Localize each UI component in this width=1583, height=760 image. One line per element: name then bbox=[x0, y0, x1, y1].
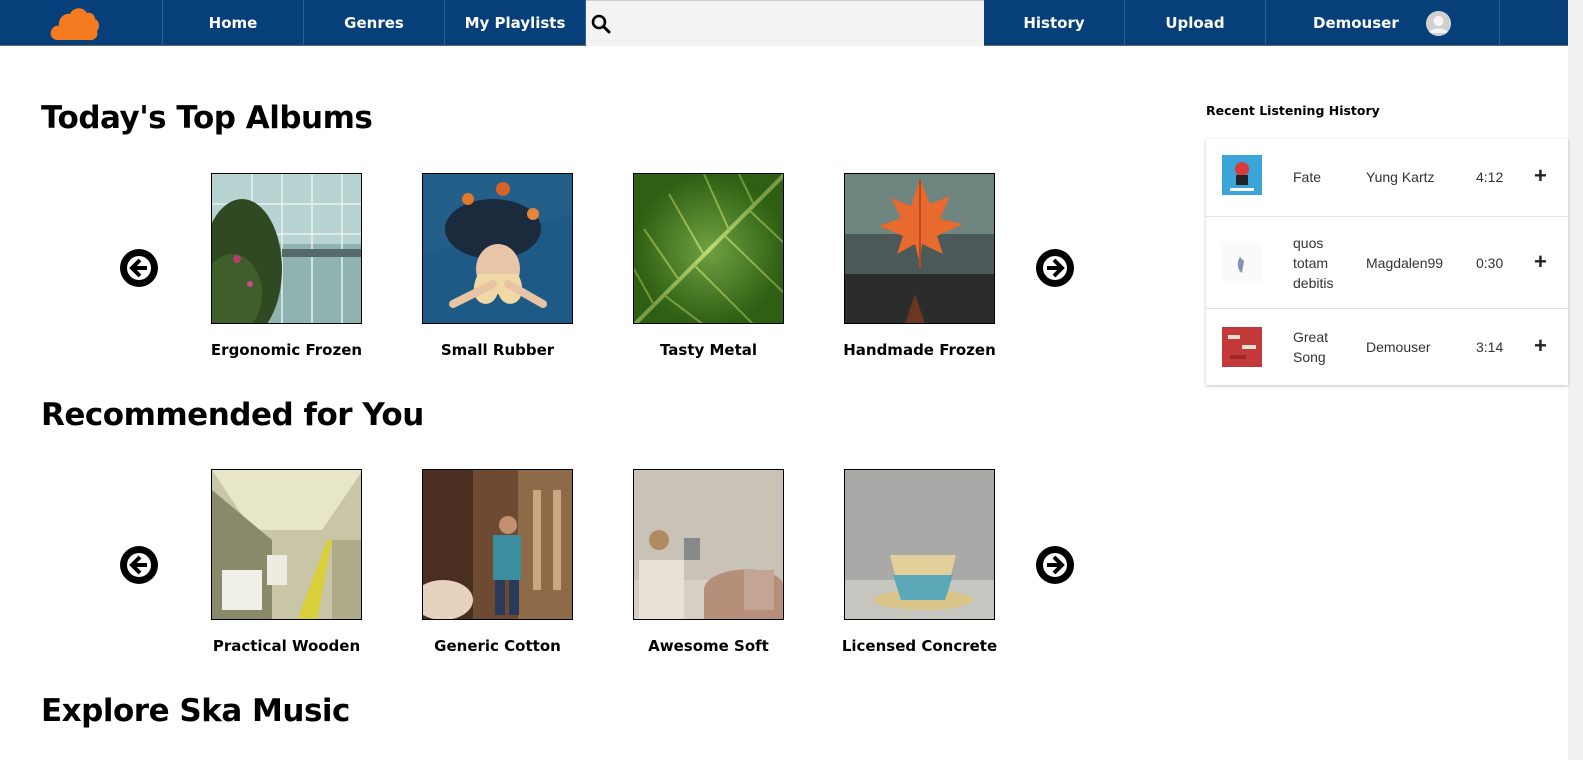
album-cover-image[interactable] bbox=[633, 469, 784, 620]
track-duration: 0:30 bbox=[1476, 255, 1504, 271]
arrow-left-icon bbox=[127, 256, 151, 280]
history-row[interactable]: Fate Yung Kartz 4:12 + bbox=[1206, 139, 1568, 217]
nav-home[interactable]: Home bbox=[163, 0, 304, 46]
album-title[interactable]: Generic Cotton bbox=[392, 637, 603, 655]
search-icon[interactable] bbox=[591, 14, 611, 34]
album-card[interactable]: Practical Wooden bbox=[211, 469, 362, 655]
nav-genres[interactable]: Genres bbox=[304, 0, 445, 46]
arrow-right-icon bbox=[1043, 553, 1067, 577]
carousel-next-button[interactable] bbox=[1036, 546, 1074, 584]
album-cover-image[interactable] bbox=[211, 173, 362, 324]
album-title[interactable]: Small Rubber bbox=[392, 341, 603, 359]
album-title[interactable]: Licensed Concrete bbox=[814, 637, 1025, 655]
album-cover-image[interactable] bbox=[844, 173, 995, 324]
scrollbar[interactable] bbox=[1568, 0, 1583, 760]
user-avatar-icon bbox=[1426, 11, 1451, 36]
album-title[interactable]: Tasty Metal bbox=[603, 341, 814, 359]
album-cover-image[interactable] bbox=[422, 469, 573, 620]
user-menu[interactable]: Demouser bbox=[1266, 0, 1500, 46]
album-card[interactable]: Ergonomic Frozen bbox=[211, 173, 362, 359]
add-to-playlist-button[interactable]: + bbox=[1534, 333, 1547, 359]
album-card[interactable]: Handmade Frozen bbox=[843, 173, 996, 359]
album-cover-image[interactable] bbox=[844, 469, 995, 620]
top-nav: Home Genres My Playlists History Upload … bbox=[0, 0, 1568, 46]
track-artist[interactable]: Yung Kartz bbox=[1366, 169, 1435, 185]
search-bar bbox=[586, 0, 984, 46]
track-thumbnail[interactable] bbox=[1222, 327, 1262, 367]
album-cover-image[interactable] bbox=[211, 469, 362, 620]
nav-my-playlists[interactable]: My Playlists bbox=[445, 0, 586, 46]
add-to-playlist-button[interactable]: + bbox=[1534, 249, 1547, 275]
arrow-left-icon bbox=[127, 553, 151, 577]
album-card[interactable]: Generic Cotton bbox=[422, 469, 573, 655]
carousel-next-button[interactable] bbox=[1036, 249, 1074, 287]
carousel-prev-button[interactable] bbox=[120, 546, 158, 584]
avatar[interactable] bbox=[1426, 11, 1451, 36]
track-duration: 3:14 bbox=[1476, 339, 1504, 355]
history-row[interactable]: quos totam debitis Magdalen99 0:30 + bbox=[1206, 217, 1568, 309]
album-cover-image[interactable] bbox=[422, 173, 573, 324]
username: Demouser bbox=[1313, 14, 1399, 32]
album-card[interactable]: Licensed Concrete bbox=[842, 469, 997, 655]
album-title[interactable]: Handmade Frozen bbox=[814, 341, 1025, 359]
add-to-playlist-button[interactable]: + bbox=[1534, 163, 1547, 189]
history-row[interactable]: Great Song Demouser 3:14 + bbox=[1206, 309, 1568, 385]
cloud-logo-icon bbox=[50, 8, 100, 41]
section-title-explore-ska: Explore Ska Music bbox=[41, 693, 350, 729]
arrow-right-icon bbox=[1043, 256, 1067, 280]
album-title[interactable]: Awesome Soft bbox=[603, 637, 814, 655]
album-cover-image[interactable] bbox=[633, 173, 784, 324]
section-title-recommended: Recommended for You bbox=[41, 397, 424, 433]
track-artist[interactable]: Demouser bbox=[1366, 339, 1431, 355]
logo[interactable] bbox=[0, 0, 163, 46]
album-title[interactable]: Practical Wooden bbox=[181, 637, 392, 655]
nav-upload[interactable]: Upload bbox=[1125, 0, 1266, 46]
track-title[interactable]: Great Song bbox=[1293, 327, 1353, 367]
history-list: Fate Yung Kartz 4:12 + quos totam debiti… bbox=[1206, 139, 1568, 385]
nav-history[interactable]: History bbox=[984, 0, 1125, 46]
history-title: Recent Listening History bbox=[1206, 103, 1380, 118]
track-thumbnail[interactable] bbox=[1222, 243, 1262, 283]
track-title[interactable]: quos totam debitis bbox=[1293, 233, 1353, 293]
album-card[interactable]: Small Rubber bbox=[422, 173, 573, 359]
track-thumbnail[interactable] bbox=[1222, 155, 1262, 195]
track-artist[interactable]: Magdalen99 bbox=[1366, 255, 1443, 271]
album-title[interactable]: Ergonomic Frozen bbox=[181, 341, 392, 359]
track-title[interactable]: Fate bbox=[1293, 167, 1353, 187]
carousel-prev-button[interactable] bbox=[120, 249, 158, 287]
search-input[interactable] bbox=[611, 1, 984, 46]
album-card[interactable]: Tasty Metal bbox=[633, 173, 784, 359]
section-title-top-albums: Today's Top Albums bbox=[41, 100, 373, 136]
track-duration: 4:12 bbox=[1476, 169, 1504, 185]
album-card[interactable]: Awesome Soft bbox=[633, 469, 784, 655]
